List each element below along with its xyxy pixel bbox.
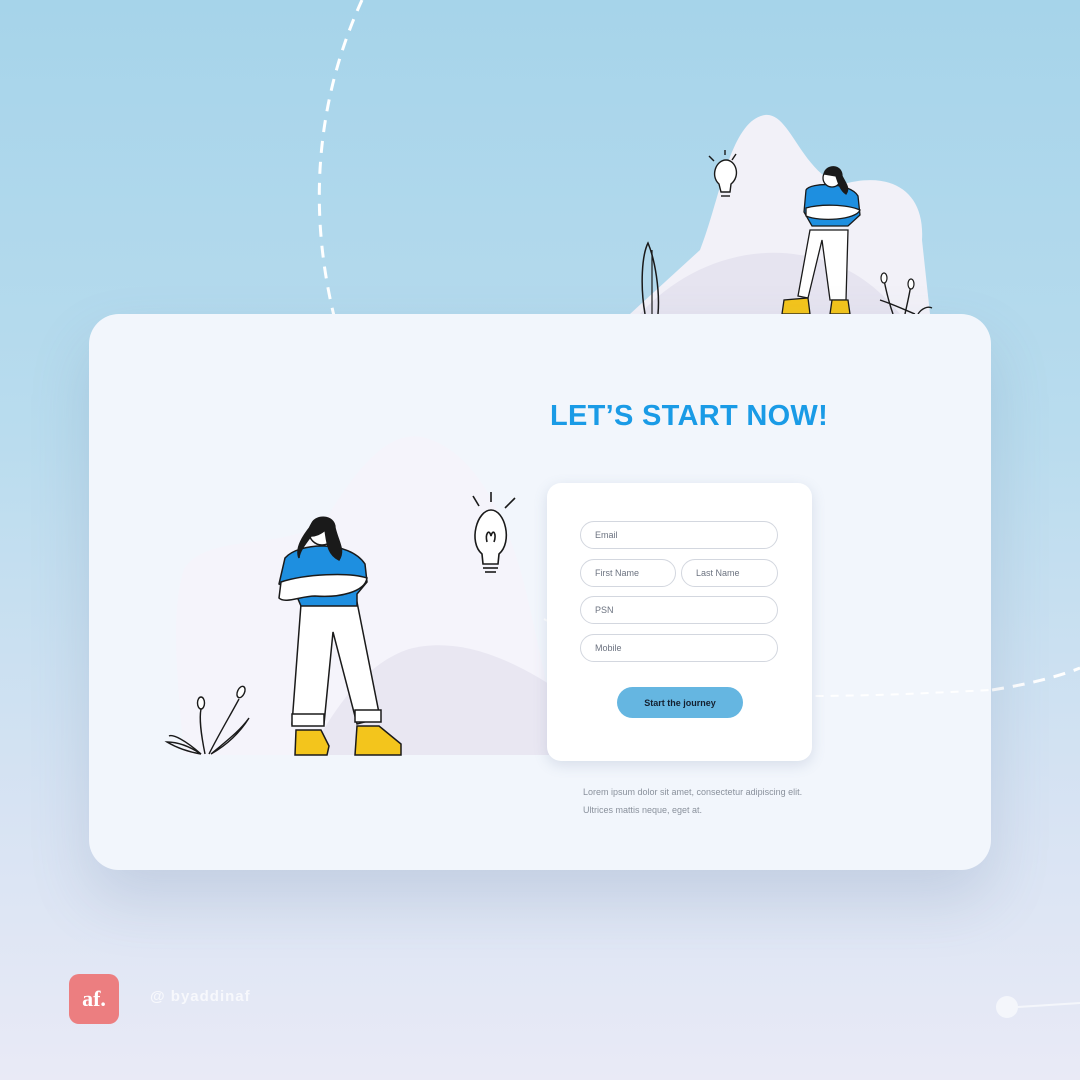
last-name-field[interactable] [681,559,778,587]
description-text: Lorem ipsum dolor sit amet, consectetur … [583,787,803,815]
dashed-curve-right [991,666,1080,692]
email-field[interactable] [580,521,778,549]
main-illustration [164,436,991,756]
signup-form: Start the journey [547,483,812,761]
psn-field[interactable] [580,596,778,624]
first-name-field[interactable] [580,559,676,587]
logo-text: af. [82,986,106,1011]
dashed-curve [317,0,364,321]
mobile-field[interactable] [580,634,778,662]
slider-dot [996,996,1018,1018]
top-illustration [630,114,933,315]
author-handle: @ byaddinaf [150,988,251,1005]
start-journey-button[interactable]: Start the journey [617,687,743,718]
brand-logo: af. [69,974,119,1024]
page-title: LET’S START NOW! [549,400,829,432]
signup-card: LET’S START NOW! Start the journey Lorem… [89,314,991,870]
